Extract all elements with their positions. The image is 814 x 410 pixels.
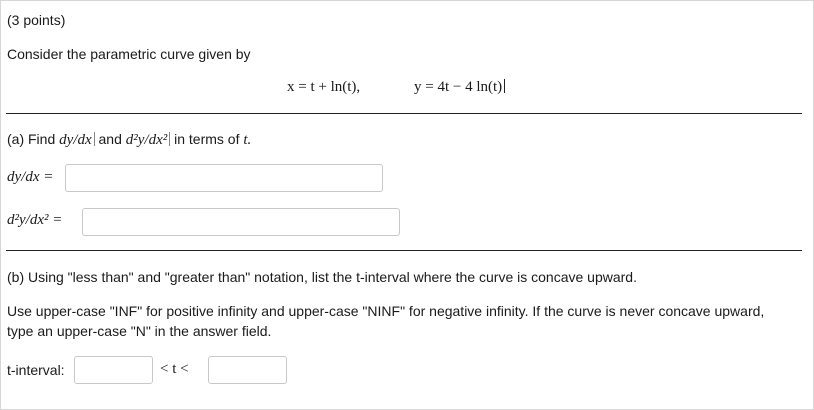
part-a-prefix: (a) Find [7,131,56,147]
t-interval-upper-input[interactable] [208,356,287,384]
part-a-term-dydx: dy/dx [59,132,92,148]
text-cursor [93,132,95,146]
part-a-and: and [98,131,122,147]
dydx-answer-input[interactable] [65,164,383,192]
points-label: (3 points) [7,12,66,28]
part-b-instruction: (b) Using "less than" and "greater than"… [7,269,637,285]
intro-text: Consider the parametric curve given by [7,46,251,62]
equation-x: x = t + ln(t), [287,79,361,95]
d2ydx2-answer-input[interactable] [82,208,400,236]
text-cursor [169,132,171,146]
dydx-label: dy/dx = [7,169,54,185]
part-a-variable: t. [243,132,252,148]
divider-middle [6,250,802,251]
divider-top [6,113,802,114]
t-interval-label: t-interval: [7,362,65,378]
equation-y: y = 4t − 4 ln(t) [414,79,506,96]
t-interval-between: < t < [160,361,189,377]
part-b-notation-note: Use upper-case "INF" for positive infini… [7,303,765,319]
part-a-term-d2ydx2: d²y/dx² [125,132,168,148]
part-a-question: (a) Find dy/dx and d²y/dx² in terms of t… [7,131,251,149]
part-a-suffix: in terms of [174,131,240,147]
t-interval-lower-input[interactable] [74,356,153,384]
d2ydx2-label: d²y/dx² = [7,212,63,228]
part-b-notation-note-cont: type an upper-case "N" in the answer fie… [7,323,272,339]
text-cursor [504,79,506,93]
